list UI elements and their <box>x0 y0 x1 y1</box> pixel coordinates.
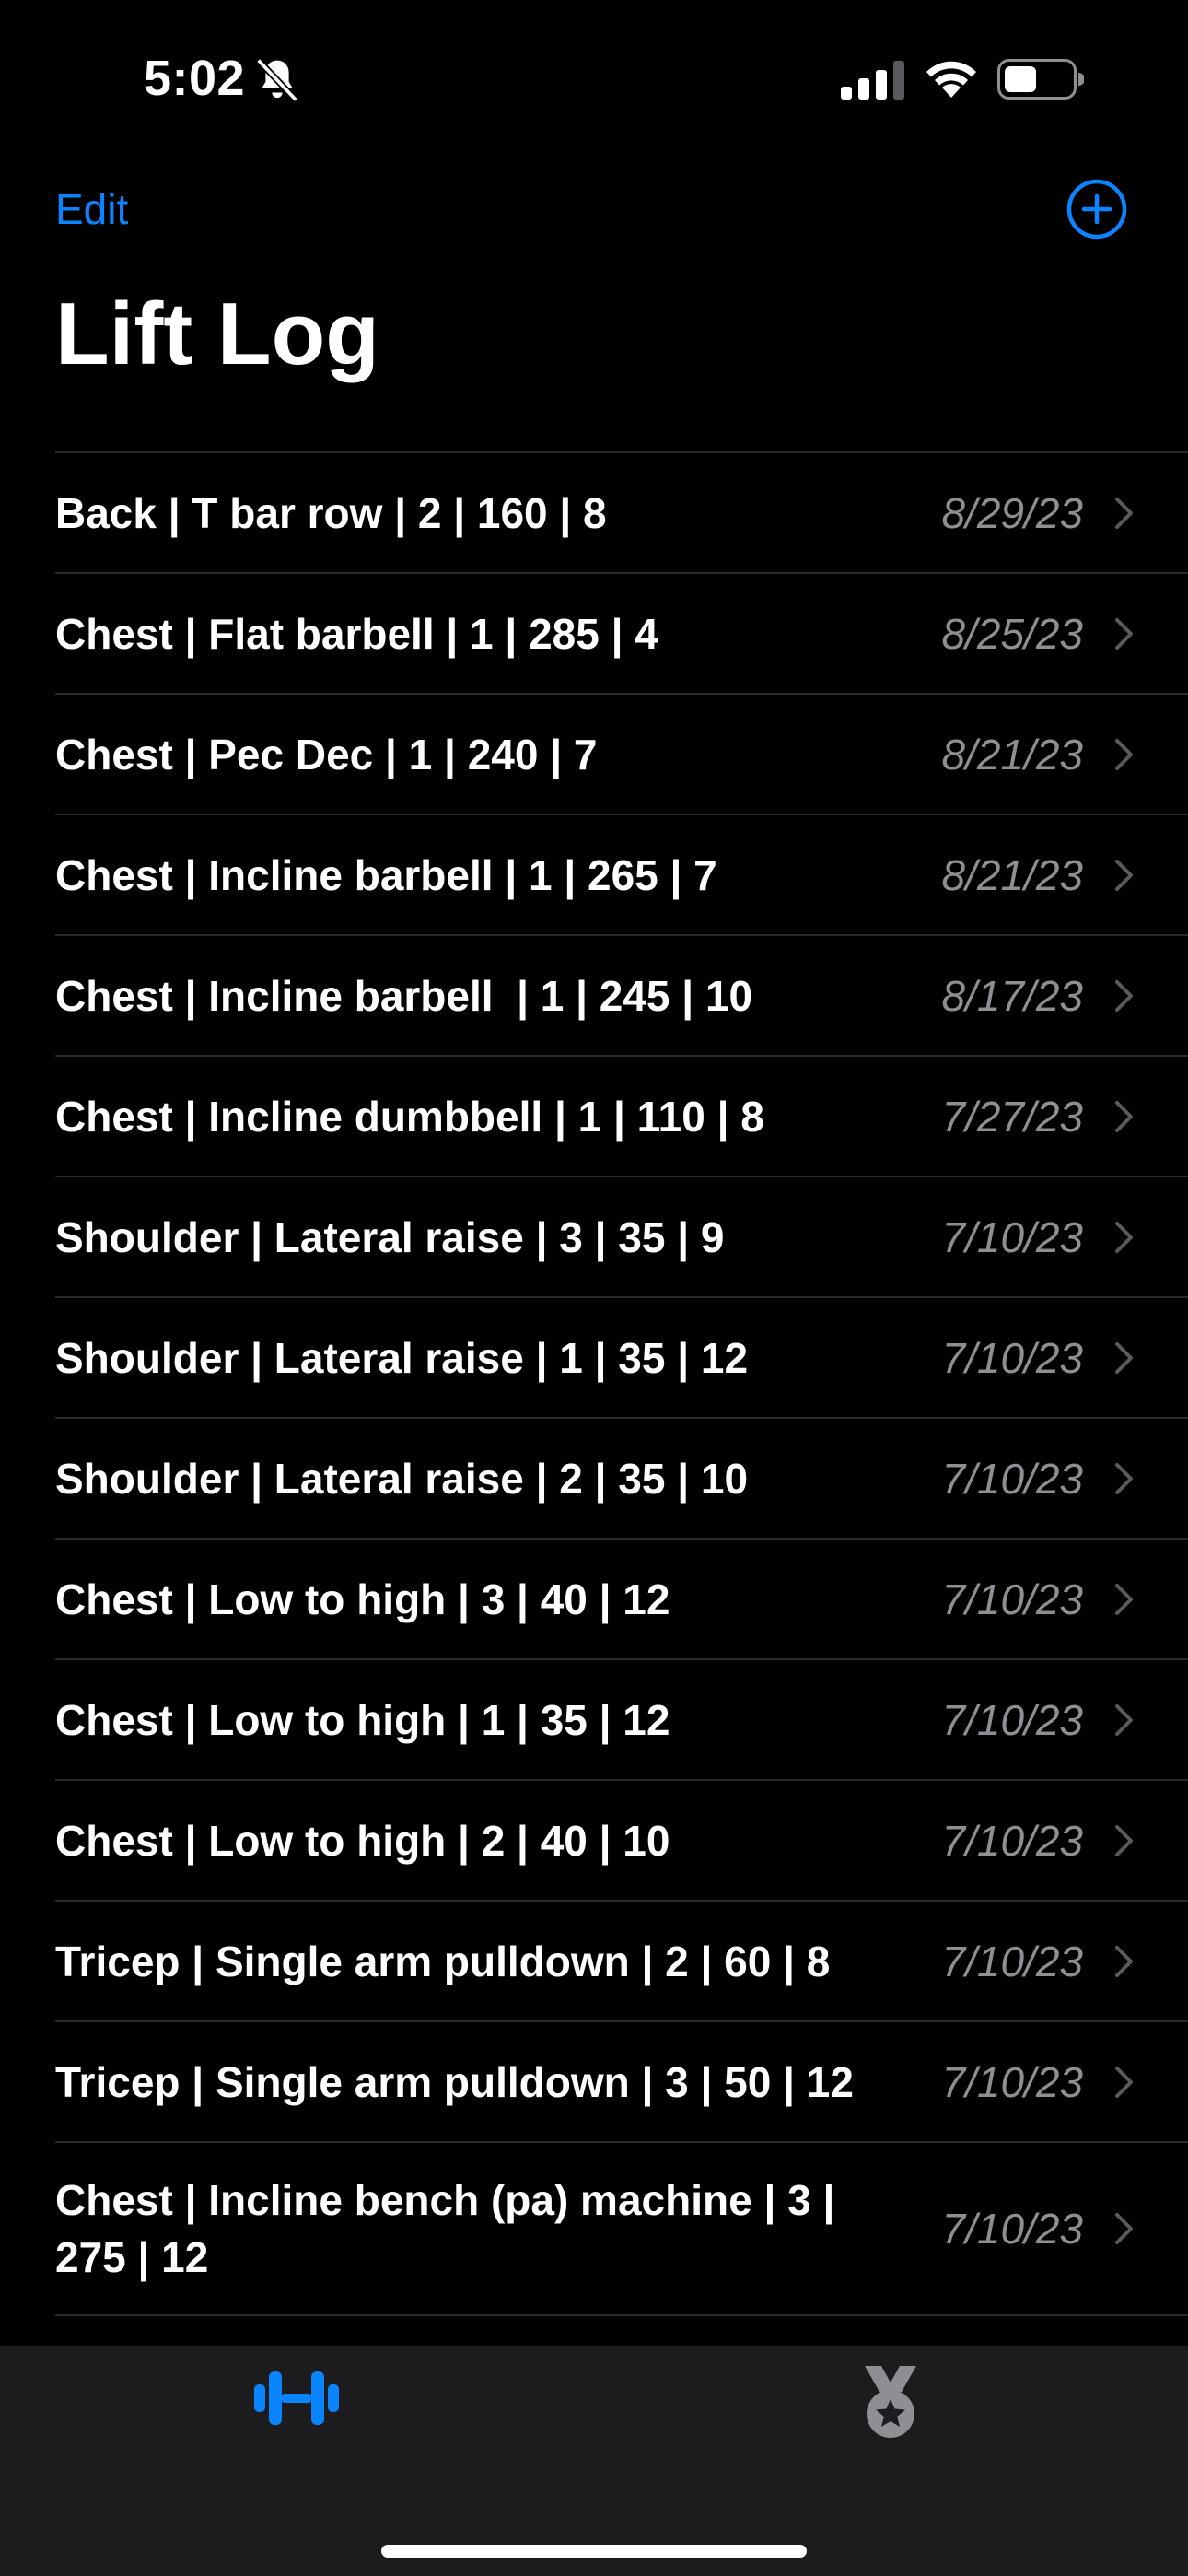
entry-title: Chest | Incline barbell | 1 | 245 | 10 <box>55 971 753 1020</box>
entry-date: 7/10/23 <box>941 1937 1083 1985</box>
entry-title: Shoulder | Lateral raise | 1 | 35 | 12 <box>55 1333 749 1382</box>
entry-date: 7/10/23 <box>941 2205 1083 2253</box>
list-item[interactable]: Shoulder | Lateral raise | 2 | 35 | 10 7… <box>55 1417 1188 1538</box>
chevron-right-icon <box>1115 1100 1133 1132</box>
list-item[interactable]: Chest | Flat barbell | 1 | 285 | 4 8/25/… <box>55 572 1188 693</box>
list-item[interactable]: Tricep | Single arm pulldown | 3 | 50 | … <box>55 2020 1188 2141</box>
wifi-icon <box>926 61 976 98</box>
list-item[interactable]: Chest | Incline dumbbell | 1 | 110 | 8 7… <box>55 1055 1188 1176</box>
entry-date: 7/10/23 <box>941 1333 1083 1382</box>
entry-title: Chest | Low to high | 2 | 40 | 10 <box>55 1816 670 1865</box>
chevron-right-icon <box>1115 1824 1133 1856</box>
entry-date: 8/17/23 <box>941 971 1083 1020</box>
chevron-right-icon <box>1115 1583 1133 1615</box>
entry-title: Tricep | Single arm pulldown | 2 | 60 | … <box>55 1937 831 1985</box>
status-bar: 5:02 <box>0 0 1188 157</box>
list-item[interactable]: Chest | Pec Dec | 1 | 240 | 7 8/21/23 <box>55 693 1188 814</box>
status-time: 5:02 <box>144 51 246 106</box>
entry-date: 8/29/23 <box>941 488 1083 537</box>
page-title: Lift Log <box>55 285 379 383</box>
entry-date: 7/10/23 <box>941 1816 1083 1865</box>
entry-date: 7/27/23 <box>941 1092 1083 1141</box>
entry-date: 8/21/23 <box>941 730 1083 779</box>
chevron-right-icon <box>1115 617 1133 650</box>
list-item[interactable]: Shoulder | Lateral raise | 3 | 35 | 9 7/… <box>55 1176 1188 1296</box>
entry-title: Chest | Incline dumbbell | 1 | 110 | 8 <box>55 1092 764 1141</box>
list-divider <box>55 2314 1188 2316</box>
entry-title: Chest | Incline barbell | 1 | 265 | 7 <box>55 850 717 899</box>
list-item[interactable]: Chest | Low to high | 3 | 40 | 12 7/10/2… <box>55 1538 1188 1658</box>
entry-title: Chest | Pec Dec | 1 | 240 | 7 <box>55 730 598 779</box>
list-item[interactable]: Chest | Low to high | 2 | 40 | 10 7/10/2… <box>55 1779 1188 1900</box>
edit-button[interactable]: Edit <box>55 184 128 234</box>
entry-title: Chest | Flat barbell | 1 | 285 | 4 <box>55 609 658 658</box>
bell-slash-icon <box>256 58 298 102</box>
list-item[interactable]: Back | T bar row | 2 | 160 | 8 8/29/23 <box>55 451 1188 572</box>
list-item[interactable]: Chest | Low to high | 1 | 35 | 12 7/10/2… <box>55 1658 1188 1779</box>
list-item[interactable]: Shoulder | Lateral raise | 1 | 35 | 12 7… <box>55 1296 1188 1417</box>
chevron-right-icon <box>1115 1945 1133 1977</box>
list-item[interactable]: Chest | Incline bench (pa) machine | 3 |… <box>55 2141 1188 2314</box>
chevron-right-icon <box>1115 1704 1133 1736</box>
home-indicator <box>381 2545 807 2558</box>
entry-date: 7/10/23 <box>941 1575 1083 1623</box>
list-item[interactable]: Chest | Incline barbell | 1 | 265 | 7 8/… <box>55 814 1188 934</box>
entry-title: Tricep | Single arm pulldown | 3 | 50 | … <box>55 2057 854 2106</box>
entry-title: Chest | Incline bench (pa) machine | 3 |… <box>55 2176 835 2281</box>
entry-date: 7/10/23 <box>941 1695 1083 1744</box>
list-item[interactable]: Chest | Incline barbell | 1 | 245 | 10 8… <box>55 934 1188 1055</box>
entry-title: Chest | Low to high | 3 | 40 | 12 <box>55 1575 670 1623</box>
entry-title: Shoulder | Lateral raise | 3 | 35 | 9 <box>55 1212 725 1261</box>
lift-log-list: Back | T bar row | 2 | 160 | 8 8/29/23 C… <box>55 451 1188 2316</box>
entry-title: Shoulder | Lateral raise | 2 | 35 | 10 <box>55 1454 749 1503</box>
chevron-right-icon <box>1115 1462 1133 1494</box>
entry-date: 7/10/23 <box>941 1212 1083 1261</box>
chevron-right-icon <box>1115 1221 1133 1253</box>
chevron-right-icon <box>1115 738 1133 770</box>
medal-icon[interactable] <box>861 2364 920 2440</box>
cellular-signal-icon <box>841 61 904 100</box>
dumbbell-icon[interactable] <box>254 2366 339 2430</box>
tab-bar <box>0 2346 1188 2576</box>
entry-date: 8/25/23 <box>941 609 1083 658</box>
entry-date: 7/10/23 <box>941 1454 1083 1503</box>
entry-title: Back | T bar row | 2 | 160 | 8 <box>55 488 607 537</box>
chevron-right-icon <box>1115 859 1133 891</box>
entry-title: Chest | Low to high | 1 | 35 | 12 <box>55 1695 670 1744</box>
chevron-right-icon <box>1115 497 1133 529</box>
entry-date: 7/10/23 <box>941 2057 1083 2106</box>
chevron-right-icon <box>1115 2066 1133 2098</box>
chevron-right-icon <box>1115 2213 1133 2244</box>
entry-date: 8/21/23 <box>941 850 1083 899</box>
list-item[interactable]: Tricep | Single arm pulldown | 2 | 60 | … <box>55 1900 1188 2020</box>
add-circle-icon[interactable] <box>1066 179 1127 240</box>
chevron-right-icon <box>1115 979 1133 1012</box>
battery-icon <box>997 59 1084 100</box>
chevron-right-icon <box>1115 1341 1133 1374</box>
